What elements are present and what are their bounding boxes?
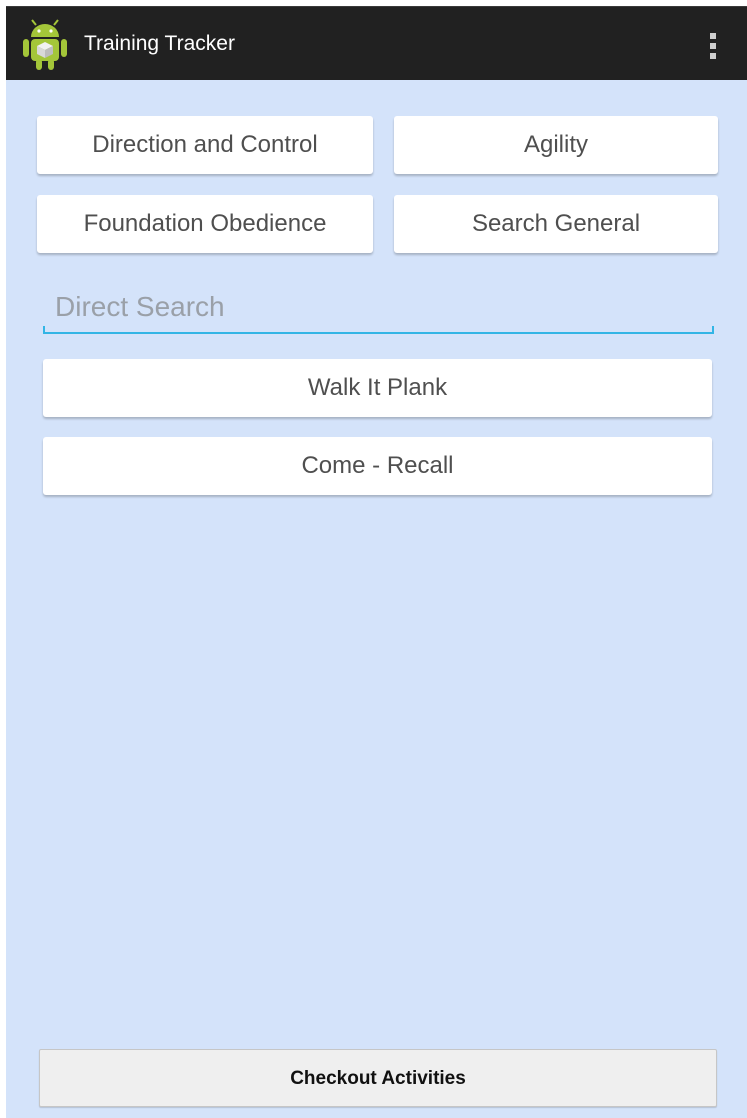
search-underline bbox=[43, 326, 714, 334]
activity-button-walk-it-plank[interactable]: Walk It Plank bbox=[43, 359, 712, 417]
search-field bbox=[43, 284, 714, 334]
checkout-activities-button[interactable]: Checkout Activities bbox=[39, 1049, 717, 1107]
overflow-menu-icon[interactable] bbox=[703, 31, 723, 61]
app-title: Training Tracker bbox=[84, 32, 235, 55]
action-bar: Training Tracker bbox=[6, 6, 747, 80]
search-input[interactable] bbox=[43, 284, 714, 330]
android-robot-icon[interactable] bbox=[21, 19, 69, 71]
category-button-search-general[interactable]: Search General bbox=[394, 195, 718, 253]
category-button-direction-and-control[interactable]: Direction and Control bbox=[37, 116, 373, 174]
screen: Training Tracker Direction and Control A… bbox=[6, 6, 747, 1118]
category-button-foundation-obedience[interactable]: Foundation Obedience bbox=[37, 195, 373, 253]
category-button-agility[interactable]: Agility bbox=[394, 116, 718, 174]
activity-button-come-recall[interactable]: Come - Recall bbox=[43, 437, 712, 495]
